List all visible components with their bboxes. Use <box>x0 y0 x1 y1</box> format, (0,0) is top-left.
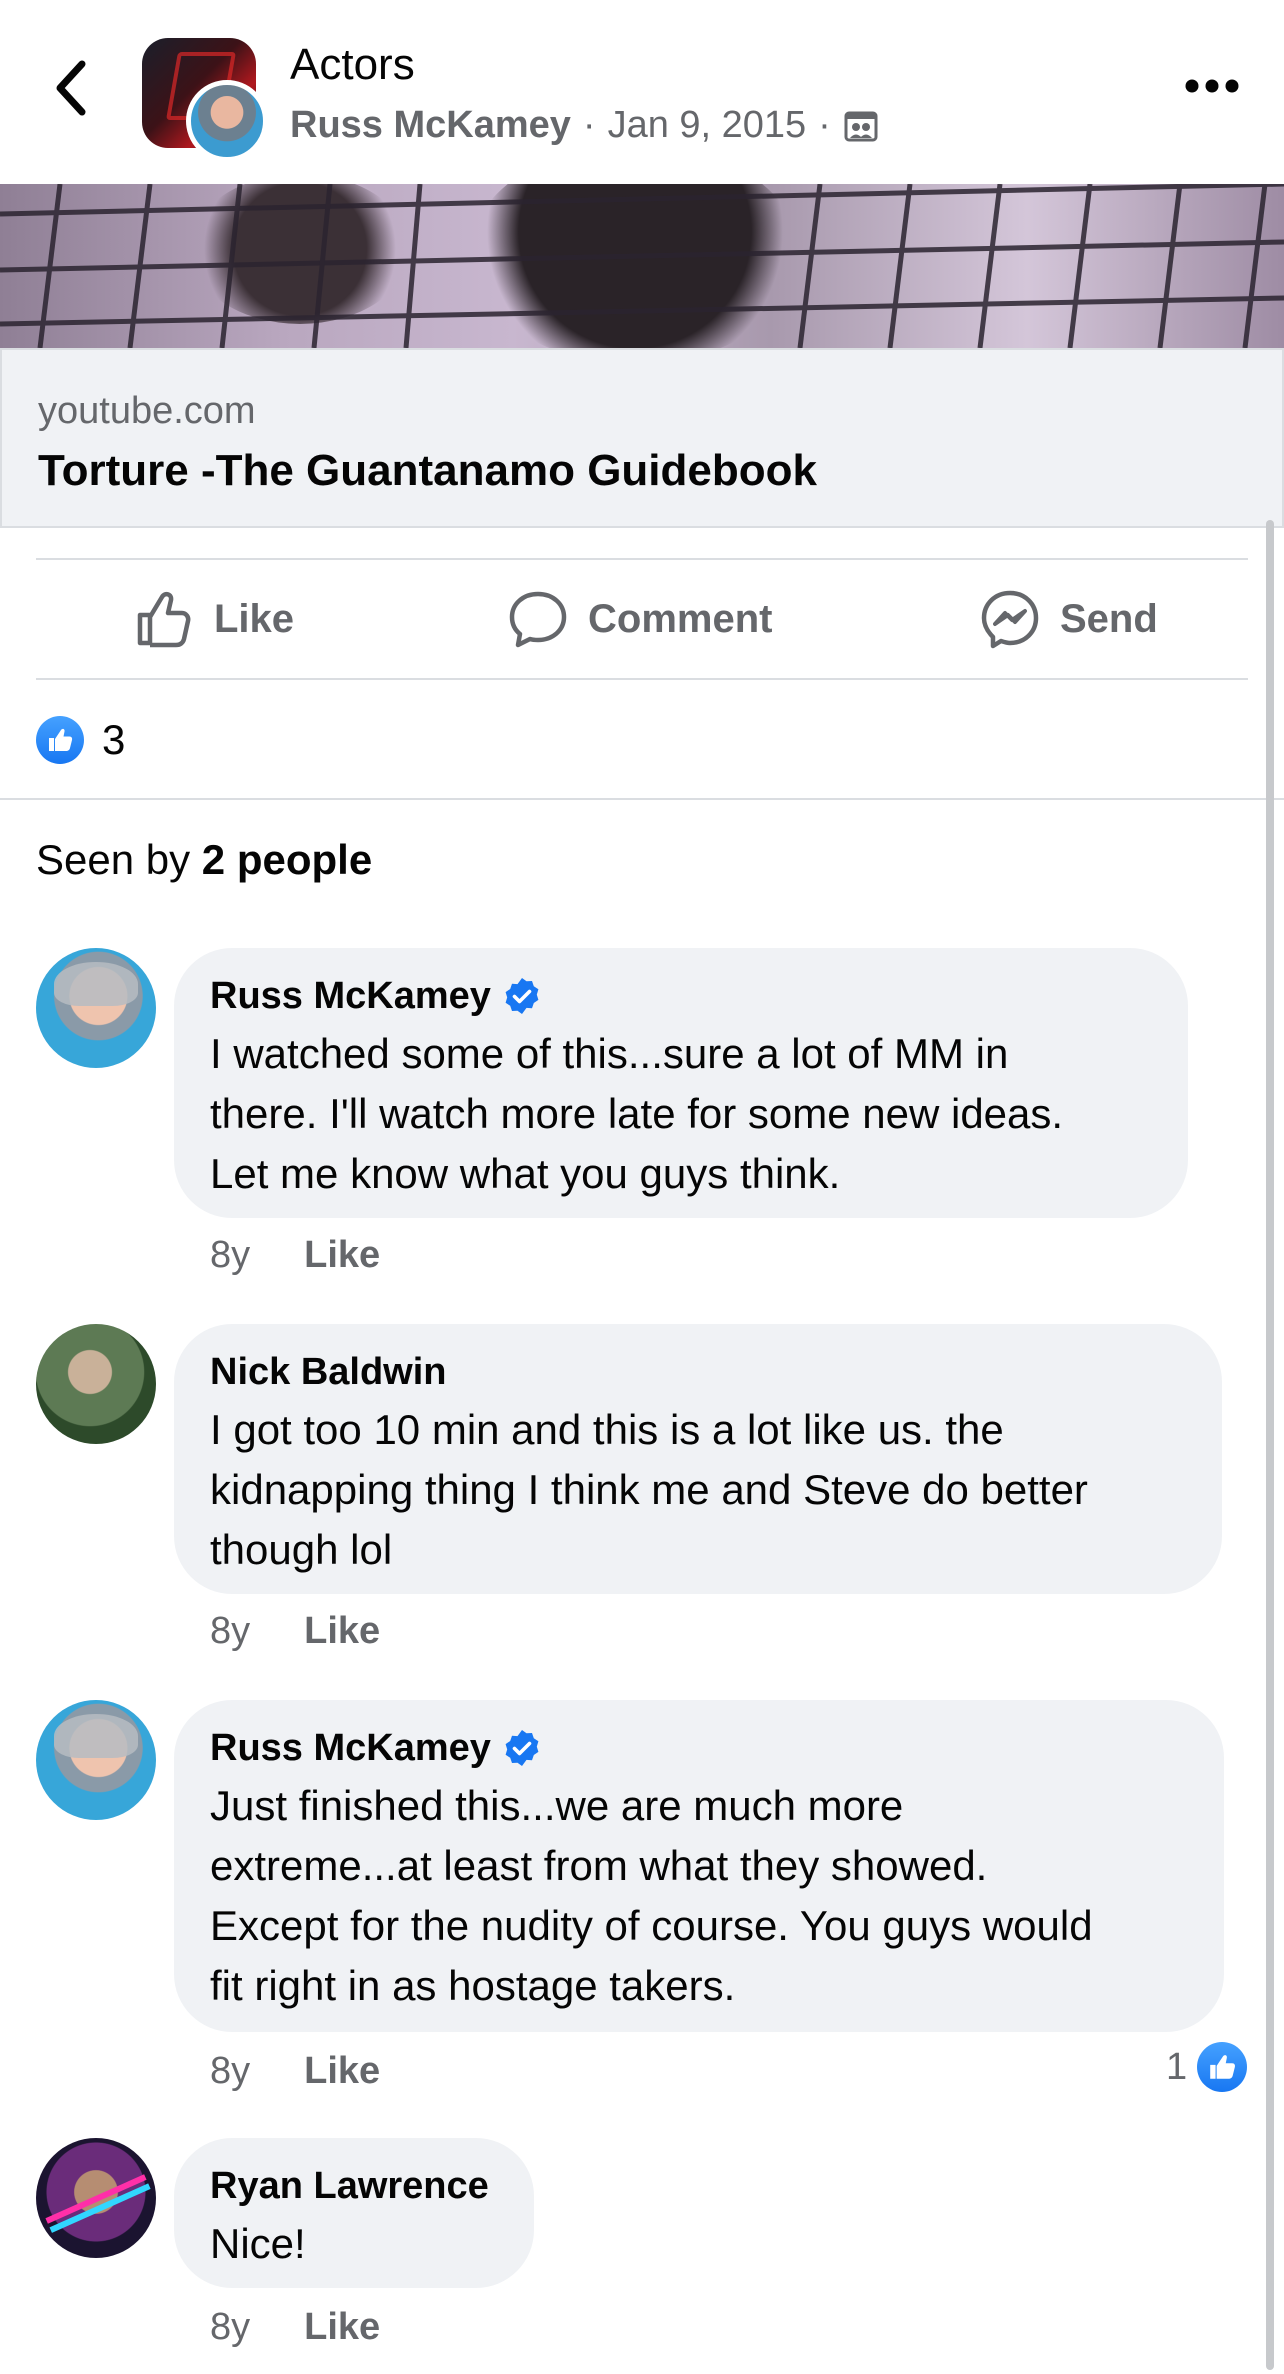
send-button[interactable]: Send <box>980 584 1158 654</box>
thumbs-up-icon <box>1197 2042 1248 2092</box>
post-author[interactable]: Russ McKamey <box>290 104 571 147</box>
comment-like-button[interactable]: Like <box>304 1234 380 1277</box>
comment-meta: 8y Like <box>210 1610 380 1653</box>
comment-reactions[interactable]: 1 <box>1166 2042 1248 2092</box>
thumbs-up-icon <box>137 591 191 648</box>
send-label: Send <box>1060 596 1158 641</box>
avatar[interactable] <box>36 1324 156 1444</box>
verified-badge-icon <box>503 1729 541 1767</box>
comment-time[interactable]: 8y <box>210 2050 250 2093</box>
members-only-icon <box>843 108 879 144</box>
seen-by-prefix: Seen by <box>36 836 202 883</box>
verified-badge-icon <box>503 977 541 1015</box>
back-button[interactable] <box>44 52 96 124</box>
more-horizontal-icon <box>1185 79 1239 93</box>
link-title: Torture -The Guantanamo Guidebook <box>38 446 817 495</box>
seen-by[interactable]: Seen by 2 people <box>36 836 372 884</box>
comment-like-button[interactable]: Like <box>304 1610 380 1653</box>
comment-text: I got too 10 min and this is a lot like … <box>210 1406 1088 1573</box>
comment-text: Nice! <box>210 2220 306 2267</box>
comment-like-button[interactable]: Like <box>304 2050 380 2093</box>
comment-bubble[interactable]: Russ McKamey I watched some of this...su… <box>174 948 1188 1218</box>
comment-time[interactable]: 8y <box>210 1234 250 1277</box>
post-meta: Russ McKamey · Jan 9, 2015 · <box>290 104 879 147</box>
group-name[interactable]: Actors <box>290 40 415 90</box>
comment-author[interactable]: Ryan Lawrence <box>210 2160 489 2212</box>
comment-reaction-count: 1 <box>1166 2045 1188 2088</box>
seen-by-count: 2 people <box>201 836 373 883</box>
like-button[interactable]: Like <box>134 584 294 654</box>
reactions-summary[interactable]: 3 <box>36 716 125 764</box>
comment-text: Just finished this...we are much more ex… <box>210 1782 1093 2009</box>
comment-bubble[interactable]: Nick Baldwin I got too 10 min and this i… <box>174 1324 1222 1594</box>
chevron-left-icon <box>56 60 86 116</box>
scrollbar[interactable] <box>1266 520 1274 2370</box>
messenger-icon <box>981 590 1039 649</box>
avatar[interactable] <box>36 948 156 1068</box>
post-date[interactable]: Jan 9, 2015 <box>608 104 807 147</box>
comment-time[interactable]: 8y <box>210 2306 250 2349</box>
comment-time[interactable]: 8y <box>210 1610 250 1653</box>
comment-meta: 8y Like <box>210 2306 380 2349</box>
meta-separator: · <box>582 104 596 146</box>
link-preview-card[interactable]: youtube.com Torture -The Guantanamo Guid… <box>0 348 1284 528</box>
comment-meta: 8y Like <box>210 1234 380 1277</box>
meta-separator: · <box>818 104 831 146</box>
comment-label: Comment <box>588 596 773 641</box>
comment-meta: 8y Like <box>210 2050 380 2093</box>
comment-button[interactable]: Comment <box>508 584 772 654</box>
comment-bubble[interactable]: Ryan Lawrence Nice! <box>174 2138 534 2288</box>
post-header: Actors Russ McKamey · Jan 9, 2015 · <box>0 0 1284 184</box>
more-options-button[interactable] <box>1180 60 1244 112</box>
author-avatar[interactable] <box>186 80 268 162</box>
link-domain: youtube.com <box>38 390 256 432</box>
divider <box>0 798 1284 800</box>
divider <box>36 678 1248 680</box>
comment-text: I watched some of this...sure a lot of M… <box>210 1030 1064 1197</box>
divider <box>36 558 1248 560</box>
link-preview-image[interactable] <box>0 184 1284 348</box>
thumbs-up-icon <box>36 716 84 764</box>
avatar[interactable] <box>36 2138 156 2258</box>
avatar[interactable] <box>36 1700 156 1820</box>
comment-author[interactable]: Russ McKamey <box>210 970 491 1022</box>
comment-author[interactable]: Russ McKamey <box>210 1722 491 1774</box>
reaction-count: 3 <box>102 716 126 763</box>
comment-like-button[interactable]: Like <box>304 2306 380 2349</box>
comment-bubble[interactable]: Russ McKamey Just finished this...we are… <box>174 1700 1224 2032</box>
comment-author[interactable]: Nick Baldwin <box>210 1346 447 1398</box>
like-label: Like <box>214 596 295 641</box>
comment-icon <box>509 591 567 648</box>
